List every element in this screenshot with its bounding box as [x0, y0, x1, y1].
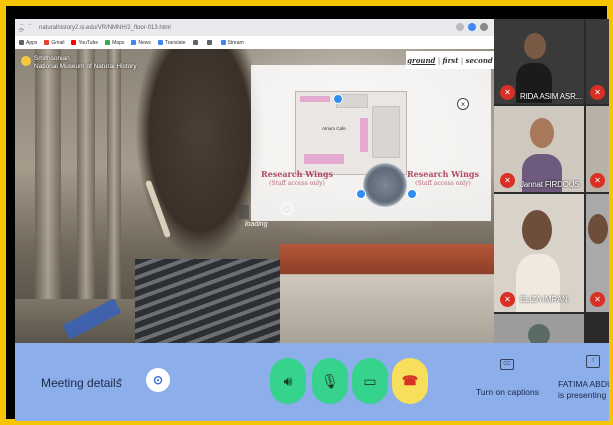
yellow-frame: ← → ⟳ naturalhistory2.si.edu/VR/NMNH/2_f… — [0, 0, 613, 425]
stream-icon — [220, 39, 226, 45]
bookmark-icon-a[interactable] — [192, 39, 200, 46]
bookmark-apps[interactable]: Apps — [19, 40, 37, 46]
floor-ground[interactable]: ground — [407, 56, 435, 65]
map-cafe-label: Atrium Cafe — [322, 126, 346, 131]
loading-spinner-icon: − — [281, 203, 293, 215]
map-close-button[interactable]: × — [457, 98, 469, 110]
gmail-icon — [44, 39, 50, 45]
research-wing-right: Research Wings (Staff access only) — [407, 169, 479, 187]
mic-toggle-button[interactable]: 🎙︎ — [312, 358, 348, 404]
extension-icon[interactable] — [468, 23, 476, 31]
map-hotspot-icon[interactable] — [407, 189, 417, 199]
person-head — [524, 33, 546, 59]
participant-name: Jannat FIRDOUS — [520, 180, 580, 189]
participant-tiles: ✕ RIDA ASIM ASR... ✕ ✕ Jannat FIRDOUS ✕ … — [494, 19, 609, 343]
shared-browser-window: ← → ⟳ naturalhistory2.si.edu/VR/NMNH/2_f… — [15, 19, 494, 343]
microphone-icon: 🎙︎ — [321, 372, 339, 389]
bookmark-a-icon — [192, 39, 198, 45]
mic-off-icon: ✕ — [500, 85, 515, 100]
research-wing-left: Research Wings (Staff access only) — [261, 169, 333, 187]
logo-line1: Smithsonian — [34, 55, 70, 62]
mic-off-icon: ✕ — [500, 292, 515, 307]
bookmark-youtube[interactable]: YouTube — [71, 40, 98, 46]
audio-toggle-button[interactable]: 🔊︎ — [270, 358, 306, 404]
nav-arrows-icon[interactable]: ← → ⟳ — [19, 21, 39, 34]
captions-label[interactable]: Turn on captions — [476, 387, 539, 397]
mic-off-icon: ✕ — [590, 292, 605, 307]
mic-off-icon: ✕ — [500, 173, 515, 188]
bookmark-maps[interactable]: Maps — [105, 40, 124, 46]
meet-screen: ← → ⟳ naturalhistory2.si.edu/VR/NMNH/2_f… — [15, 19, 609, 421]
separator: | — [437, 55, 441, 65]
star-icon[interactable] — [456, 23, 464, 31]
person-head — [530, 118, 554, 148]
mic-off-icon: ✕ — [590, 173, 605, 188]
map-rotunda — [359, 163, 411, 207]
address-bar[interactable]: ← → ⟳ naturalhistory2.si.edu/VR/NMNH/2_f… — [15, 19, 494, 36]
camera-icon: ▭ — [363, 372, 377, 389]
mic-off-icon: ✕ — [590, 85, 605, 100]
extension-icons — [456, 23, 488, 31]
info-desk — [280, 244, 494, 343]
participant-tile-partial[interactable]: ✕ — [586, 19, 609, 104]
participant-tile[interactable]: ✕ ELIZA IMRAN — [494, 194, 584, 312]
host-controls-shield-icon[interactable]: ⊙ — [146, 368, 170, 392]
captions-icon[interactable]: CC — [500, 359, 514, 370]
participant-tile[interactable] — [494, 314, 584, 343]
loading-text: loading — [245, 221, 268, 228]
participant-tile[interactable]: ✕ RIDA ASIM ASR... — [494, 19, 584, 104]
youtube-icon — [71, 39, 77, 45]
translate-icon — [157, 39, 163, 45]
person-head — [588, 214, 608, 244]
apps-icon — [19, 39, 24, 45]
presentation-icon[interactable]: ↑ — [586, 355, 600, 368]
floor-second[interactable]: second — [466, 56, 493, 65]
floor-first[interactable]: first — [443, 56, 459, 65]
column — [77, 49, 95, 299]
bookmark-translate[interactable]: Translate — [157, 39, 186, 46]
speaker-icon: 🔊︎ — [283, 372, 293, 389]
participant-tile[interactable]: ✕ Jannat FIRDOUS — [494, 106, 584, 192]
meet-toolbar: Meeting details ⌃ ⊙ 🔊︎ 🎙︎ ▭ ☎︎ CC Turn o… — [15, 343, 609, 421]
map-area-pink — [360, 118, 368, 152]
bookmark-gmail[interactable]: Gmail — [44, 40, 64, 46]
bookmark-stream[interactable]: Stream — [220, 39, 244, 46]
news-icon — [131, 39, 137, 45]
bookmarks-bar: Apps Gmail YouTube Maps News Translate S… — [15, 36, 494, 49]
end-call-button[interactable]: ☎︎ — [392, 358, 428, 404]
logo-line2: National Museum of Natural History — [34, 63, 137, 70]
map-area-pink — [300, 96, 330, 102]
bookmark-icon-b[interactable] — [206, 39, 214, 46]
participant-name: ELIZA IMRAN — [520, 295, 568, 304]
map-hotspot-icon[interactable] — [333, 94, 343, 104]
participant-name: RIDA ASIM ASR... — [520, 92, 582, 101]
maps-icon — [105, 39, 111, 45]
bookmark-tab-icon[interactable] — [239, 205, 249, 219]
presenting-label: FATIMA ABDU... is presenting — [558, 379, 609, 400]
chevron-up-icon[interactable]: ⌃ — [116, 377, 124, 388]
column — [107, 49, 121, 299]
participant-tile-partial[interactable]: ✕ — [586, 106, 609, 192]
profile-icon[interactable] — [480, 23, 488, 31]
map-hotspot-icon[interactable] — [356, 189, 366, 199]
smithsonian-logo: Smithsonian National Museum of Natural H… — [21, 55, 137, 71]
bookmark-b-icon — [206, 39, 212, 45]
bookmark-news[interactable]: News — [131, 40, 151, 46]
sun-icon — [21, 56, 31, 66]
map-room — [372, 106, 400, 158]
camera-toggle-button[interactable]: ▭ — [352, 358, 388, 404]
url-text: naturalhistory2.si.edu/VR/NMNH/2_floor-0… — [39, 24, 171, 31]
separator: | — [460, 55, 464, 65]
exhibit-case — [135, 259, 285, 343]
person-head — [522, 210, 552, 250]
participant-tile-partial[interactable]: ✕ — [586, 194, 609, 312]
phone-hangup-icon: ☎︎ — [401, 373, 419, 388]
person-head — [528, 324, 550, 343]
meeting-details-button[interactable]: Meeting details — [41, 376, 122, 390]
column — [35, 49, 61, 299]
map-area-pink — [304, 154, 344, 164]
